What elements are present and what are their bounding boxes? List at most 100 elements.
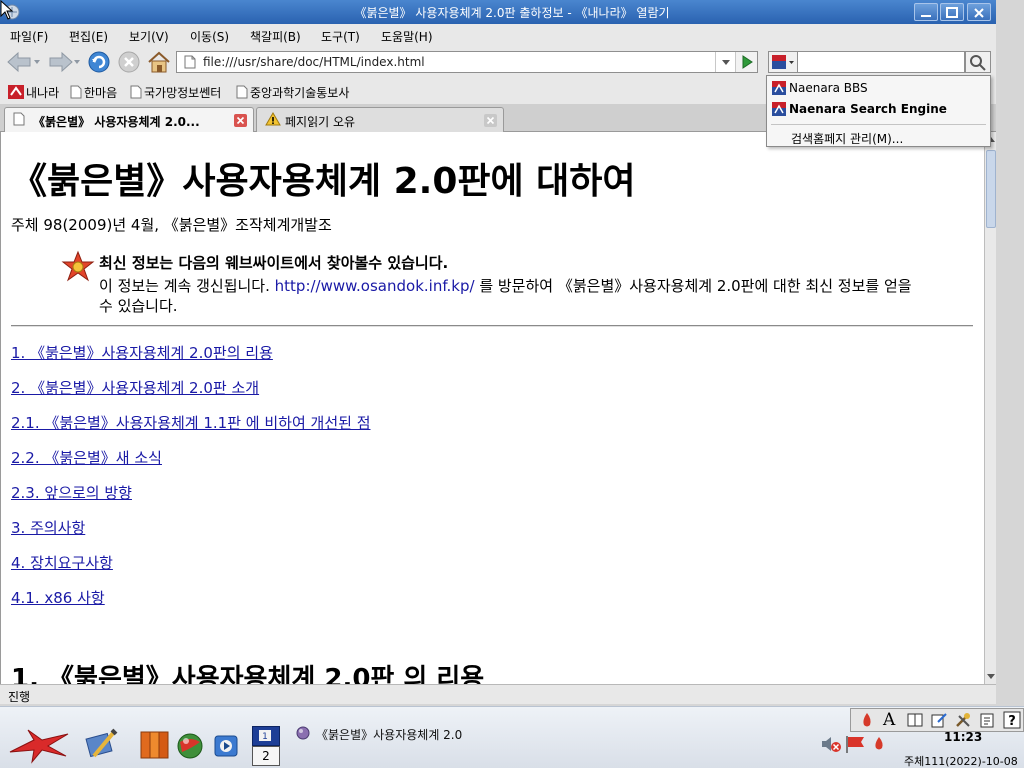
status-text: 진행 xyxy=(8,690,31,704)
status-bar: 진행 xyxy=(0,684,996,704)
keyboard-layout-flag-icon[interactable] xyxy=(844,734,868,757)
menu-go[interactable]: 이동(S) xyxy=(190,28,229,45)
address-bar[interactable]: file:///usr/share/doc/HTML/index.html xyxy=(176,51,758,73)
forward-arrow-icon xyxy=(49,51,80,73)
notification-fire-icon[interactable] xyxy=(872,736,886,755)
page-heading: 《붉은별》사용자용체계 2.0판에 대하여 xyxy=(11,161,636,202)
menu-bookmarks[interactable]: 책갈피(B) xyxy=(250,28,301,45)
go-arrow-icon xyxy=(742,55,753,69)
tab-release-notes[interactable]: 《붉은별》 사용자용체계 2.0... xyxy=(4,107,254,132)
split-view-icon[interactable] xyxy=(907,712,923,731)
close-icon xyxy=(974,8,984,18)
menu-edit[interactable]: 편집(E) xyxy=(69,28,108,45)
toc-link[interactable]: 2.1. 《붉은별》사용자용체계 1.1판 에 비하여 개선된 점 xyxy=(11,412,371,433)
note-body: 이 정보는 계속 갱신됩니다. http://www.osandok.inf.k… xyxy=(99,276,915,316)
web-browser-launcher-icon[interactable] xyxy=(176,732,204,763)
go-button[interactable] xyxy=(735,52,757,72)
bookmark-national-network-center[interactable]: 국가망정보쎈터 xyxy=(130,84,221,102)
media-player-launcher-icon[interactable] xyxy=(212,730,240,763)
search-button[interactable] xyxy=(965,51,991,73)
workspace-1-number: 1 xyxy=(262,732,268,742)
back-arrow-icon xyxy=(7,51,40,73)
bookmark-naenara[interactable]: 내나라 xyxy=(8,84,59,102)
menu-tools[interactable]: 도구(T) xyxy=(321,28,360,45)
search-engine-naenara-search[interactable]: Naenara Search Engine xyxy=(767,99,990,119)
url-history-dropdown[interactable] xyxy=(715,52,735,72)
page-icon xyxy=(130,85,142,102)
workspace-1[interactable]: 1 xyxy=(252,726,280,746)
home-button[interactable] xyxy=(146,50,172,74)
menu-view[interactable]: 보기(V) xyxy=(129,28,169,45)
note-text-before: 이 정보는 계속 갱신됩니다. xyxy=(99,277,275,295)
workspace-pager[interactable]: 1 2 xyxy=(252,726,280,766)
search-engine-naenara-bbs[interactable]: Naenara BBS xyxy=(767,78,990,98)
tab-label: 《붉은별》 사용자용체계 2.0... xyxy=(33,115,200,129)
scrollbar-thumb[interactable] xyxy=(986,150,996,228)
toc-link[interactable]: 1. 《붉은별》사용자용체계 2.0판의 리용 xyxy=(11,342,273,363)
bookmark-label: 한마음 xyxy=(84,86,118,100)
close-icon xyxy=(484,114,497,127)
toc-link[interactable]: 2. 《붉은별》사용자용체계 2.0판 소개 xyxy=(11,377,259,398)
taskbar-window-label: 《붉은별》사용자용체계 2.0 xyxy=(316,728,463,742)
naenara-search-icon xyxy=(772,55,794,69)
naenara-logo-icon xyxy=(8,85,24,102)
stop-icon xyxy=(118,51,140,73)
close-window-button[interactable] xyxy=(967,3,991,21)
menu-bar: 파일(F) 편집(E) 보기(V) 이동(S) 책갈피(B) 도구(T) 도움말… xyxy=(0,24,1024,46)
taskbar-window-button[interactable]: 《붉은별》사용자용체계 2.0 xyxy=(292,722,492,746)
fire-tray-icon[interactable] xyxy=(859,712,875,731)
browser-globe-icon xyxy=(296,726,310,743)
font-tool-icon[interactable]: A xyxy=(883,710,895,730)
clock-date: 주체111(2022)-10-08 xyxy=(904,755,1018,768)
reload-button[interactable] xyxy=(86,50,112,74)
help-icon[interactable]: ? xyxy=(1003,711,1021,732)
mouse-pointer-icon xyxy=(0,0,14,23)
menu-item-label: Naenara Search Engine xyxy=(789,102,947,116)
menu-file[interactable]: 파일(F) xyxy=(10,28,48,45)
page-icon xyxy=(183,55,197,72)
back-button[interactable] xyxy=(4,50,44,74)
office-suite-launcher-icon[interactable] xyxy=(138,728,172,763)
close-tab-button[interactable] xyxy=(484,114,497,127)
scroll-down-arrow-icon[interactable] xyxy=(986,670,996,682)
window-title: 《붉은별》 사용자용체계 2.0판 출하정보 - 《내나라》 열람기 xyxy=(354,6,670,20)
search-engine-selector[interactable] xyxy=(768,51,798,73)
page-byline: 주체 98(2009)년 4월, 《붉은별》조작체계개발조 xyxy=(11,216,332,234)
workspace-2[interactable]: 2 xyxy=(252,746,280,766)
close-icon xyxy=(234,114,247,127)
title-bar: 《붉은별》 사용자용체계 2.0판 출하정보 - 《내나라》 열람기 xyxy=(0,0,1024,24)
bookmark-hanmaeum[interactable]: 한마음 xyxy=(70,84,117,102)
url-text[interactable]: file:///usr/share/doc/HTML/index.html xyxy=(203,55,425,69)
toc-link[interactable]: 2.3. 앞으로의 방향 xyxy=(11,482,132,503)
menu-help[interactable]: 도움말(H) xyxy=(381,28,433,45)
section-heading: 1. 《붉은별》사용자용체계 2.0판 의 리용 xyxy=(11,664,485,684)
toc-link[interactable]: 2.2. 《붉은별》새 소식 xyxy=(11,447,162,468)
maximize-button[interactable] xyxy=(940,3,964,21)
toc-link[interactable]: 4.1. x86 사항 xyxy=(11,587,105,608)
edit-document-icon[interactable] xyxy=(931,712,947,731)
tools-icon[interactable] xyxy=(955,712,971,731)
forward-button[interactable] xyxy=(44,50,84,74)
bookmark-central-science-news[interactable]: 중앙과학기술통보사 xyxy=(236,84,349,102)
toc-link[interactable]: 3. 주의사항 xyxy=(11,517,85,538)
tab-page-load-error[interactable]: 페지읽기 오유 xyxy=(256,107,504,132)
note-title: 최신 정보는 다음의 웨브싸이트에서 찾아볼수 있습니다. xyxy=(99,254,449,272)
close-tab-button[interactable] xyxy=(234,114,247,127)
minimize-button[interactable] xyxy=(914,3,938,21)
clock-time[interactable]: 11:23 xyxy=(944,730,982,744)
clipboard-icon[interactable] xyxy=(979,712,995,731)
toc-link[interactable]: 4. 장치요구사항 xyxy=(11,552,113,573)
warning-icon xyxy=(265,112,281,129)
bookmark-label: 국가망정보쎈터 xyxy=(144,86,222,100)
search-input[interactable] xyxy=(797,51,965,73)
start-menu-star-icon[interactable] xyxy=(8,726,72,767)
volume-muted-icon[interactable] xyxy=(820,734,842,757)
stop-button[interactable] xyxy=(116,50,142,74)
magnifier-icon xyxy=(970,55,986,71)
osandok-website-link[interactable]: http://www.osandok.inf.kp/ xyxy=(275,277,475,295)
bookmark-label: 내나라 xyxy=(26,86,60,100)
manage-search-engines[interactable]: 검색홈페지 관리(M)... xyxy=(767,127,990,147)
text-editor-launcher-icon[interactable] xyxy=(84,728,118,763)
section-divider xyxy=(11,325,973,327)
vertical-scrollbar[interactable] xyxy=(984,132,996,684)
